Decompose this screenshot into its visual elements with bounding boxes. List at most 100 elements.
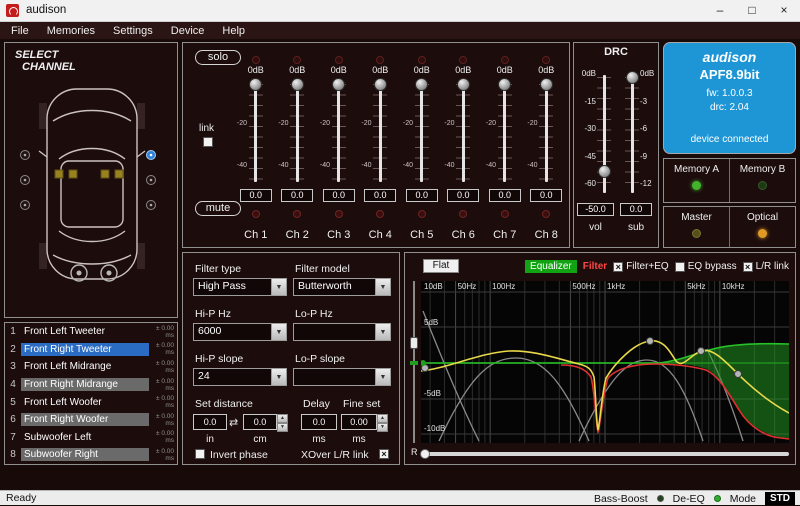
fader-value[interactable]: 0.0 <box>240 189 272 202</box>
eq-gain-slider[interactable] <box>409 281 419 443</box>
channel-row[interactable]: 2Front Right Tweeter± 0.00 ms <box>5 341 177 359</box>
solo-led[interactable] <box>293 56 301 64</box>
channel-fader[interactable]: -20-40 <box>484 80 526 184</box>
chevron-down-icon[interactable]: ▼ <box>375 324 390 340</box>
solo-led[interactable] <box>418 56 426 64</box>
eq-bypass-checkbox[interactable] <box>675 262 685 272</box>
fader-value[interactable]: 0.0 <box>530 189 562 202</box>
lop-slope-select[interactable]: ▼ <box>293 368 391 386</box>
channel-row[interactable]: 6Front Right Woofer± 0.00 ms <box>5 411 177 429</box>
fineset-stepper[interactable]: ▲ ▼ <box>377 414 388 430</box>
solo-led[interactable] <box>542 56 550 64</box>
solo-led[interactable] <box>335 56 343 64</box>
mode-value-badge[interactable]: STD <box>765 492 795 505</box>
drc-vol-fader[interactable] <box>598 73 610 195</box>
eq-hscroll-handle[interactable] <box>420 449 430 459</box>
distance-in-field[interactable]: 0.0 <box>193 414 227 430</box>
channel-fader[interactable]: -20-40 <box>526 80 568 184</box>
solo-led[interactable] <box>252 56 260 64</box>
channel-fader[interactable]: -20-40 <box>443 80 485 184</box>
stepper-up-icon[interactable]: ▲ <box>377 414 388 423</box>
fineset-field[interactable]: 0.00 <box>341 414 377 430</box>
solo-led[interactable] <box>459 56 467 64</box>
stepper-down-icon[interactable]: ▼ <box>377 423 388 432</box>
stepper-up-icon[interactable]: ▲ <box>277 414 288 423</box>
drc-vol-value[interactable]: -50.0 <box>577 203 614 216</box>
memory-a[interactable]: Memory A <box>664 159 729 202</box>
solo-led[interactable] <box>501 56 509 64</box>
left-speaker-selectors[interactable] <box>21 151 30 210</box>
hip-hz-select[interactable]: 6000 ▼ <box>193 323 287 341</box>
filter-model-select[interactable]: Butterworth ▼ <box>293 278 391 296</box>
flat-button[interactable]: Flat <box>423 259 459 273</box>
filter-type-select[interactable]: High Pass ▼ <box>193 278 287 296</box>
mute-led[interactable] <box>418 210 426 218</box>
menu-item-memories[interactable]: Memories <box>38 25 104 37</box>
lr-link-checkbox[interactable]: × <box>743 262 753 272</box>
close-icon[interactable]: × <box>768 0 800 22</box>
eq-graph[interactable]: 50Hz100Hz500Hz1kHz5kHz10kHz10dB5dB-5dB-1… <box>421 281 789 443</box>
menu-item-help[interactable]: Help <box>213 25 254 37</box>
drc-sub-knob[interactable] <box>626 71 639 84</box>
filter-eq-checkbox[interactable]: × <box>613 262 623 272</box>
chevron-down-icon[interactable]: ▼ <box>375 279 390 295</box>
chevron-down-icon[interactable]: ▼ <box>271 369 286 385</box>
fader-knob[interactable] <box>457 78 470 91</box>
minimize-icon[interactable]: – <box>704 0 736 22</box>
mute-led[interactable] <box>376 210 384 218</box>
mute-led[interactable] <box>335 210 343 218</box>
channel-fader[interactable]: -20-40 <box>235 80 277 184</box>
channel-row[interactable]: 4Front Right Midrange± 0.00 ms <box>5 376 177 394</box>
menu-item-file[interactable]: File <box>2 25 38 37</box>
fader-value[interactable]: 0.0 <box>281 189 313 202</box>
optical-input[interactable]: Optical <box>729 207 795 247</box>
drc-vol-knob[interactable] <box>598 165 611 178</box>
right-speaker-selectors[interactable] <box>147 151 156 210</box>
equalizer-badge[interactable]: Equalizer <box>525 260 577 273</box>
mute-led[interactable] <box>459 210 467 218</box>
solo-led[interactable] <box>376 56 384 64</box>
distance-stepper[interactable]: ▲ ▼ <box>277 414 288 430</box>
channel-row[interactable]: 8Subwoofer Right± 0.00 ms <box>5 446 177 464</box>
chevron-down-icon[interactable]: ▼ <box>271 279 286 295</box>
channel-row[interactable]: 7Subwoofer Left± 0.00 ms <box>5 429 177 447</box>
delay-field[interactable]: 0.0 <box>301 414 337 430</box>
channel-fader[interactable]: -20-40 <box>401 80 443 184</box>
link-checkbox[interactable] <box>203 137 213 147</box>
fader-value[interactable]: 0.0 <box>406 189 438 202</box>
distance-cm-field[interactable]: 0.0 <box>243 414 277 430</box>
memory-b[interactable]: Memory B <box>729 159 795 202</box>
fader-value[interactable]: 0.0 <box>447 189 479 202</box>
channel-fader[interactable]: -20-40 <box>360 80 402 184</box>
master-input[interactable]: Master <box>664 207 729 247</box>
maximize-icon[interactable]: □ <box>736 0 768 22</box>
fader-knob[interactable] <box>374 78 387 91</box>
hip-slope-select[interactable]: 24 ▼ <box>193 368 287 386</box>
channel-row[interactable]: 1Front Left Tweeter± 0.00 ms <box>5 323 177 341</box>
channel-row[interactable]: 3Front Left Midrange± 0.00 ms <box>5 358 177 376</box>
eq-hscroll-track[interactable] <box>426 452 789 456</box>
mute-led[interactable] <box>293 210 301 218</box>
xover-link-checkbox[interactable]: × <box>379 449 389 459</box>
fader-value[interactable]: 0.0 <box>489 189 521 202</box>
swap-units-icon[interactable]: ⇄ <box>229 416 238 429</box>
drc-sub-value[interactable]: 0.0 <box>620 203 652 216</box>
filter-badge[interactable]: Filter <box>583 261 607 272</box>
eq-horizontal-scrollbar[interactable] <box>421 449 789 459</box>
fader-knob[interactable] <box>291 78 304 91</box>
lop-hz-select[interactable]: ▼ <box>293 323 391 341</box>
mute-led[interactable] <box>542 210 550 218</box>
chevron-down-icon[interactable]: ▼ <box>271 324 286 340</box>
drc-sub-fader[interactable] <box>626 73 638 195</box>
channel-fader[interactable]: -20-40 <box>318 80 360 184</box>
menu-item-settings[interactable]: Settings <box>104 25 162 37</box>
door-speaker-icons[interactable] <box>55 170 123 178</box>
fader-knob[interactable] <box>540 78 553 91</box>
channel-row[interactable]: 5Front Left Woofer± 0.00 ms <box>5 393 177 411</box>
chevron-down-icon[interactable]: ▼ <box>375 369 390 385</box>
stepper-down-icon[interactable]: ▼ <box>277 423 288 432</box>
menu-item-device[interactable]: Device <box>162 25 214 37</box>
fader-value[interactable]: 0.0 <box>323 189 355 202</box>
invert-phase-checkbox[interactable] <box>195 449 205 459</box>
eq-gain-slider-handle[interactable] <box>410 337 418 349</box>
